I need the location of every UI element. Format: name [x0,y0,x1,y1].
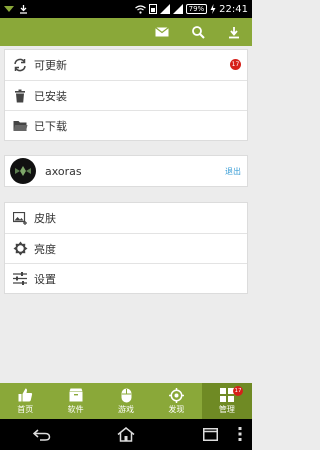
downloaded-label: 已下载 [34,119,67,133]
overflow-menu-button[interactable] [238,426,242,446]
notification-app-icon [3,4,15,14]
mouse-icon [121,387,132,403]
installed-label: 已安装 [34,89,67,103]
nav-software[interactable]: 软件 [50,383,100,419]
nav-software-label: 软件 [67,405,84,414]
download-button[interactable] [216,18,252,46]
manage-count-badge: 17 [233,386,244,396]
nav-manage[interactable]: 17 管理 [201,383,253,419]
notification-download-icon [19,4,28,14]
nav-games-label: 游戏 [118,405,135,414]
home-button[interactable] [106,419,146,450]
target-icon [168,387,184,403]
nav-games[interactable]: 游戏 [101,383,151,419]
avatar [10,158,36,184]
skin-item[interactable]: 皮肤 [5,203,247,233]
installed-item[interactable]: 已安装 [5,80,247,110]
download-icon [229,26,239,38]
image-add-icon [12,210,28,226]
nav-discover-label: 发现 [168,405,185,414]
home-icon [117,427,135,442]
user-card: axoras 退出 [4,155,248,187]
back-icon [33,428,51,441]
updates-count-badge: 17 [230,59,241,70]
charging-icon [210,4,216,14]
more-vert-icon [238,427,242,441]
search-button[interactable] [180,18,216,46]
logout-link[interactable]: 退出 [225,166,241,177]
updates-item[interactable]: 可更新 17 [5,50,247,80]
downloaded-item[interactable]: 已下载 [5,110,247,140]
sim-icon [148,4,157,14]
user-row[interactable]: axoras 退出 [5,156,247,186]
envelope-icon [155,27,169,37]
system-nav-bar [0,419,252,450]
username: axoras [45,164,82,178]
clock: 22:41 [219,3,248,15]
brightness-icon [12,241,28,257]
bottom-nav: 首页 软件 游戏 发现 17 管理 [0,383,253,419]
skin-label: 皮肤 [34,212,56,225]
nav-manage-label: 管理 [218,405,235,414]
wifi-icon [134,4,146,14]
recents-icon [202,428,218,441]
app-management-card: 可更新 17 已安装 已下载 [4,49,248,141]
trash-icon [12,88,28,104]
folder-icon [12,118,28,134]
settings-item[interactable]: 设置 [5,263,247,293]
grid-icon [219,387,234,403]
signal-icon [159,4,170,14]
brightness-label: 亮度 [34,242,56,256]
nav-discover[interactable]: 发现 [151,383,201,419]
search-icon [191,25,205,39]
message-button[interactable] [144,18,180,46]
settings-card: 皮肤 亮度 设置 [4,202,248,294]
signal-2-icon [172,4,183,14]
status-bar: 79% 22:41 [0,0,252,18]
updates-label: 可更新 [34,59,67,72]
recents-button[interactable] [190,419,230,450]
sliders-icon [12,271,28,287]
action-bar [0,18,252,46]
nav-home[interactable]: 首页 [0,383,50,419]
refresh-icon [12,57,28,73]
box-icon [69,387,83,403]
brightness-item[interactable]: 亮度 [5,233,247,263]
battery-indicator: 79% [185,4,208,14]
back-button[interactable] [22,419,62,450]
thumbs-up-icon [18,387,33,403]
nav-home-label: 首页 [17,405,34,414]
settings-label: 设置 [34,272,56,286]
